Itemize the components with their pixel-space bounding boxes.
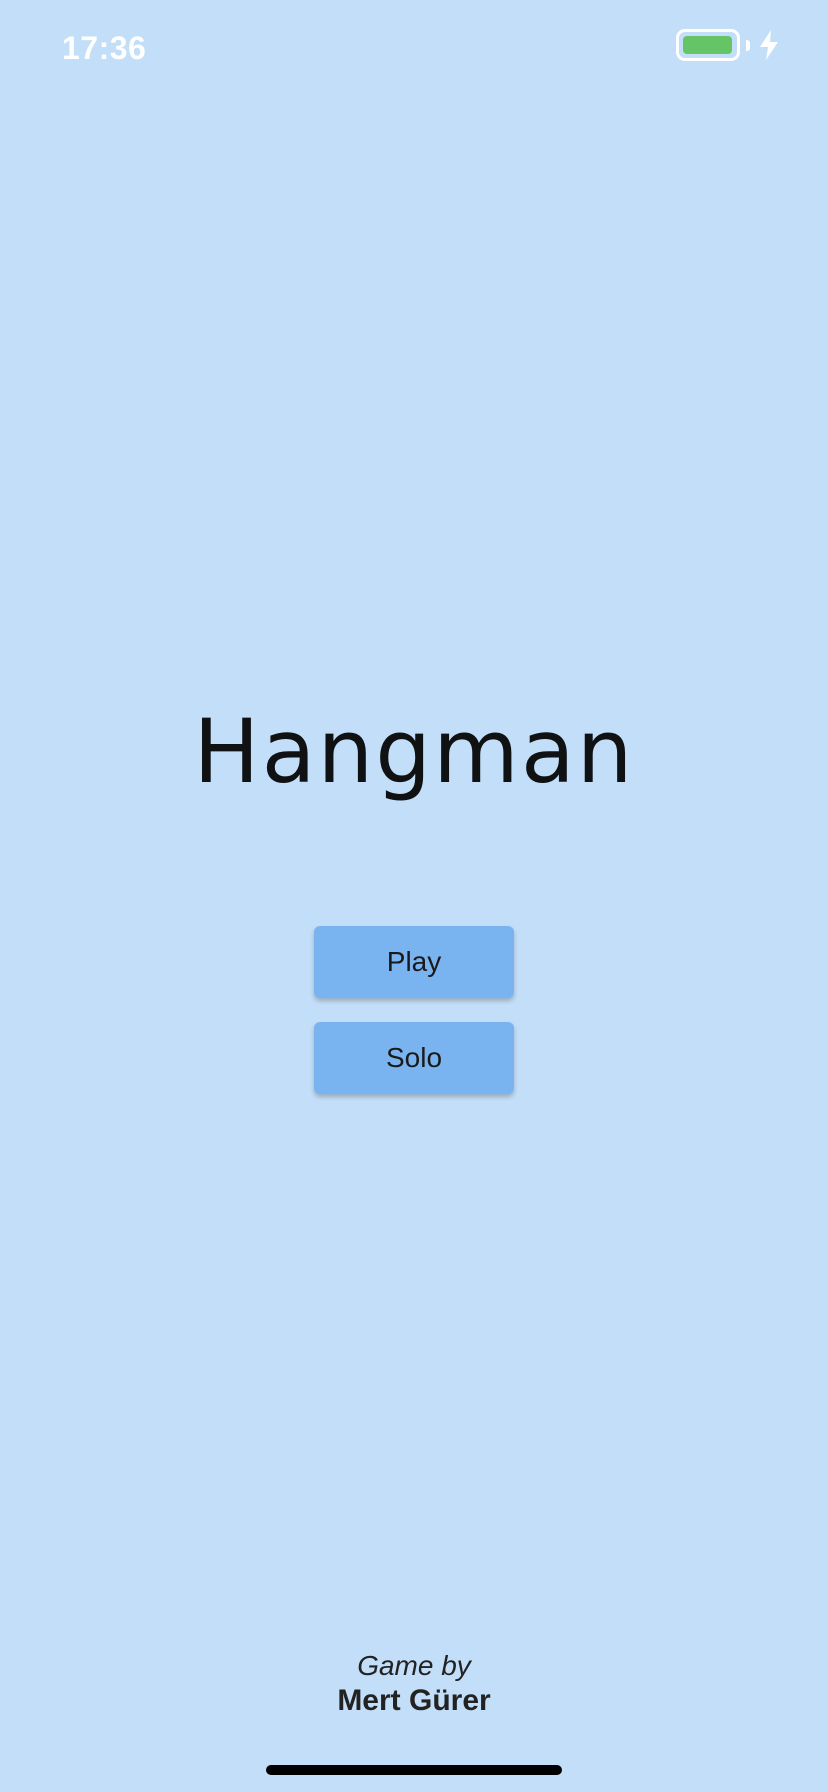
credit-line: Game by xyxy=(357,1650,471,1681)
page-title: Hangman xyxy=(193,700,635,803)
battery-nub xyxy=(746,40,750,51)
status-time: 17:36 xyxy=(62,30,147,66)
battery-icon xyxy=(676,29,740,61)
solo-button[interactable]: Solo xyxy=(314,1022,514,1094)
bolt-icon xyxy=(760,30,778,60)
battery-fill xyxy=(683,36,732,54)
play-button[interactable]: Play xyxy=(314,926,514,998)
author-name: Mert Gürer xyxy=(337,1684,491,1717)
status-bar: 17:36 xyxy=(0,0,828,100)
home-indicator[interactable] xyxy=(266,1765,562,1775)
